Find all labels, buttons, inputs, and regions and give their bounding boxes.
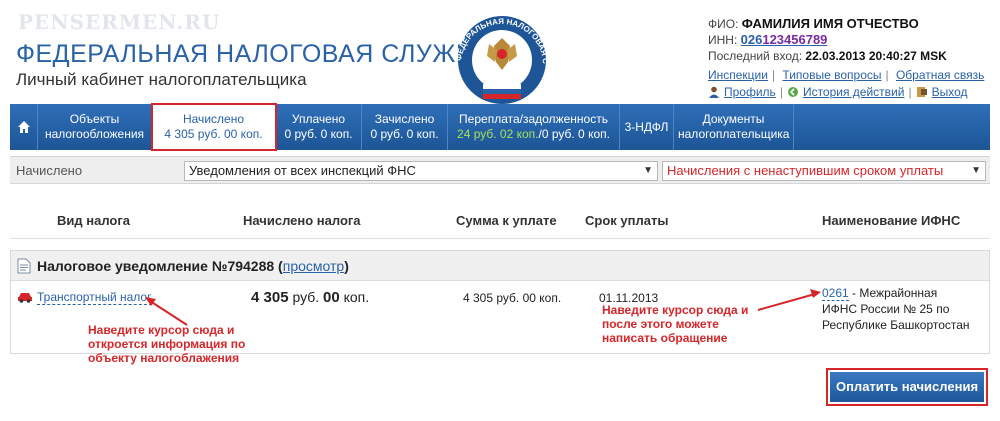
user-icon bbox=[709, 86, 719, 98]
notice-title: Налоговое уведомление №794288 bbox=[37, 257, 275, 274]
notice-header: Налоговое уведомление №794288 (просмотр) bbox=[11, 251, 989, 281]
car-icon bbox=[18, 293, 32, 303]
chevron-down-icon: ▼ bbox=[643, 165, 653, 176]
col-ifns: Наименование ИФНС bbox=[822, 213, 961, 228]
nav-overpayment[interactable]: Переплата/задолженность 24 руб. 02 коп./… bbox=[448, 104, 620, 150]
col-tax-type: Вид налога bbox=[57, 213, 130, 228]
inspection-select[interactable]: Уведомления от всех инспекций ФНС ▼ bbox=[184, 161, 658, 181]
notice-view-link[interactable]: просмотр bbox=[283, 258, 344, 274]
site-title: ФЕДЕРАЛЬНАЯ НАЛОГОВАЯ СЛУЖБА bbox=[16, 40, 490, 68]
fns-emblem-logo: ФЕДЕРАЛЬНАЯ НАЛОГОВАЯ СЛУЖБА bbox=[447, 10, 550, 104]
filter-label: Начислено bbox=[16, 163, 83, 178]
header-divider bbox=[10, 238, 990, 239]
nav-documents[interactable]: Документы налогоплательщика bbox=[674, 104, 794, 150]
filter-bar: Начислено Уведомления от всех инспекций … bbox=[10, 156, 990, 184]
chevron-down-icon: ▼ bbox=[971, 165, 981, 176]
user-info: ФИО: ФАМИЛИЯ ИМЯ ОТЧЕСТВО ИНН: 026123456… bbox=[708, 16, 947, 63]
pay-button-frame: Оплатить начисления bbox=[826, 368, 988, 406]
tax-type-link[interactable]: Транспортный налог bbox=[37, 290, 152, 305]
col-to-pay: Сумма к уплате bbox=[456, 213, 557, 228]
link-history[interactable]: История действий bbox=[803, 85, 905, 99]
link-logout[interactable]: Выход bbox=[932, 85, 968, 99]
accrued-amount: 4 305 руб. 00 коп. bbox=[251, 289, 370, 306]
link-faq[interactable]: Типовые вопросы bbox=[782, 68, 881, 82]
watermark: PENSERMEN.RU bbox=[18, 10, 221, 34]
link-feedback[interactable]: Обратная связь bbox=[896, 68, 984, 82]
document-icon bbox=[17, 258, 31, 273]
annotation-left: Наведите курсор сюда и откроется информа… bbox=[88, 323, 246, 365]
nav-objects[interactable]: Объекты налогообложения bbox=[38, 104, 152, 150]
ifns-code-link[interactable]: 0261 bbox=[822, 286, 849, 301]
col-accrued: Начислено налога bbox=[243, 213, 361, 228]
history-icon bbox=[787, 87, 798, 97]
user-inn[interactable]: 026123456789 bbox=[741, 32, 828, 47]
link-inspections[interactable]: Инспекции bbox=[708, 68, 768, 82]
home-icon bbox=[17, 121, 30, 133]
user-fio: ФАМИЛИЯ ИМЯ ОТЧЕСТВО bbox=[741, 16, 919, 31]
account-links: Профиль | История действий | Выход bbox=[708, 85, 968, 99]
period-select[interactable]: Начисления с ненаступившим сроком уплаты… bbox=[662, 161, 986, 181]
nav-accrued[interactable]: Начислено 4 305 руб. 00 коп. bbox=[151, 103, 277, 151]
last-login: 22.03.2013 20:40:27 MSK bbox=[805, 49, 947, 63]
site-subtitle: Личный кабинет налогоплательщика bbox=[16, 70, 307, 89]
nav-3ndfl[interactable]: 3-НДФЛ bbox=[620, 104, 674, 150]
nav-home[interactable] bbox=[10, 104, 38, 150]
amount-to-pay: 4 305 руб. 00 коп. bbox=[463, 291, 562, 305]
col-due-date: Срок уплаты bbox=[585, 213, 669, 228]
ifns-name: 0261 - Межрайонная ИФНС России № 25 по Р… bbox=[822, 286, 970, 332]
nav-credited[interactable]: Зачислено 0 руб. 0 коп. bbox=[362, 104, 448, 150]
pay-button[interactable]: Оплатить начисления bbox=[830, 372, 984, 402]
annotation-right: Наведите курсор сюда и после этого может… bbox=[602, 303, 749, 345]
top-links: Инспекции | Типовые вопросы | Обратная свя… bbox=[708, 68, 985, 82]
exit-icon bbox=[916, 87, 927, 97]
nav-paid[interactable]: Уплачено 0 руб. 0 коп. bbox=[276, 104, 362, 150]
main-nav: Объекты налогообложения Начислено 4 305 ру… bbox=[10, 103, 990, 151]
link-profile[interactable]: Профиль bbox=[724, 85, 776, 99]
